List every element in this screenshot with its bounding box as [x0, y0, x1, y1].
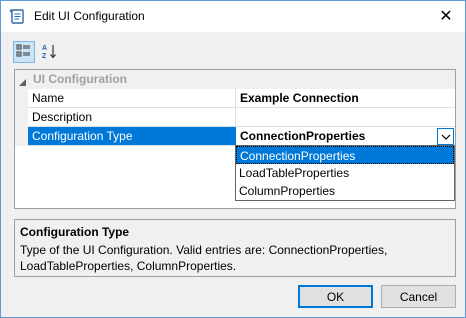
- category-row[interactable]: UI Configuration: [15, 70, 455, 89]
- close-icon: ✕: [439, 8, 453, 25]
- dropdown-option-connection-properties[interactable]: ConnectionProperties: [236, 146, 454, 164]
- row-margin: [15, 127, 28, 146]
- chevron-down-icon: [441, 130, 451, 144]
- property-name-label: Name: [28, 89, 236, 108]
- cancel-button[interactable]: Cancel: [381, 285, 456, 308]
- property-row-configuration-type[interactable]: Configuration Type ConnectionProperties: [15, 127, 455, 146]
- property-configuration-type-value[interactable]: ConnectionProperties: [236, 127, 455, 146]
- property-row-description[interactable]: Description: [15, 108, 455, 127]
- alphabetical-view-button[interactable]: A Z: [38, 41, 60, 63]
- row-margin: [15, 108, 28, 127]
- window-title: Edit UI Configuration: [34, 9, 145, 23]
- property-description-label: Description: [28, 108, 236, 127]
- row-margin: [15, 89, 28, 108]
- dropdown-option-column-properties[interactable]: ColumnProperties: [236, 182, 454, 200]
- svg-text:Z: Z: [42, 53, 47, 59]
- svg-text:A: A: [42, 45, 47, 52]
- property-name-value[interactable]: Example Connection: [236, 89, 455, 108]
- categorized-view-button[interactable]: [13, 41, 35, 63]
- sort-alphabetical-icon: A Z: [41, 43, 57, 62]
- dialog-window: Edit UI Configuration ✕ A Z UI Configura…: [0, 0, 466, 318]
- categorized-view-icon: [16, 43, 32, 62]
- property-row-name[interactable]: Name Example Connection: [15, 89, 455, 108]
- help-panel: Configuration Type Type of the UI Config…: [14, 219, 456, 277]
- help-title: Configuration Type: [20, 225, 130, 239]
- close-button[interactable]: ✕: [431, 3, 461, 29]
- ok-button[interactable]: OK: [298, 285, 373, 308]
- property-configuration-type-label: Configuration Type: [28, 127, 236, 146]
- property-grid-toolbar: A Z: [9, 41, 457, 65]
- collapse-icon[interactable]: [19, 76, 27, 86]
- title-bar: Edit UI Configuration ✕: [1, 1, 465, 32]
- configuration-type-dropdown-list: ConnectionProperties LoadTableProperties…: [235, 145, 455, 201]
- dropdown-toggle-button[interactable]: [437, 128, 454, 145]
- category-label: UI Configuration: [33, 72, 127, 86]
- scroll-icon: [9, 8, 26, 25]
- help-description: Type of the UI Configuration. Valid entr…: [20, 243, 388, 273]
- property-description-value[interactable]: [236, 108, 455, 127]
- dropdown-option-load-table-properties[interactable]: LoadTableProperties: [236, 164, 454, 182]
